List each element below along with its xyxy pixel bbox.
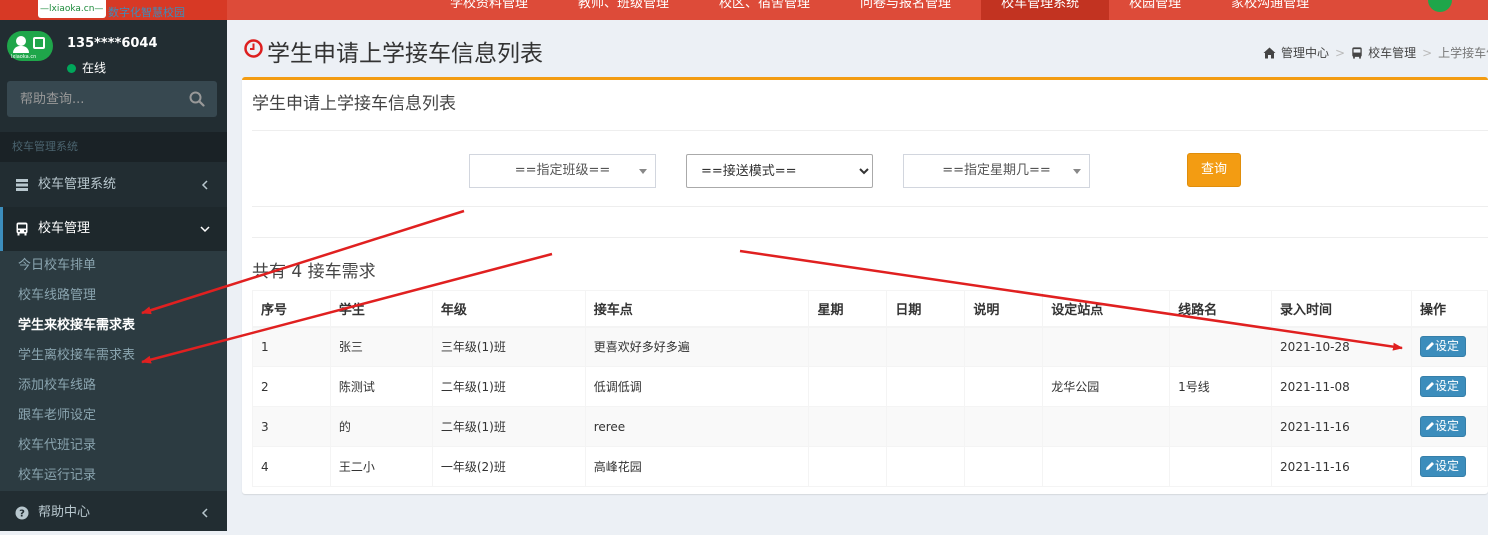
sidebar-sub-item-teacher-setting[interactable]: 跟车老师设定 — [18, 401, 96, 431]
submenu: 今日校车排单 校车线路管理 学生来校接车需求表 学生离校接车需求表 添加校车线路… — [0, 251, 227, 491]
column-header: 年级 — [431, 290, 586, 328]
requests-table: 序号 学生 年级 接车点 星期 日期 说明 设定站点 线路名 录入时间 操作 1… — [252, 290, 1488, 487]
server-icon — [16, 179, 28, 191]
set-button[interactable]: 设定 — [1419, 456, 1466, 477]
column-header: 线路名 — [1169, 290, 1273, 328]
online-dot-icon — [67, 64, 76, 73]
search-icon[interactable] — [189, 91, 205, 107]
logo-tagline: 数字化智慧校园 — [108, 6, 185, 19]
sidebar-header: 校车管理系统 — [0, 132, 227, 162]
table-row: 1 张三 三年级(1)班 更喜欢好多好多遍 2021-10-28 设定 — [252, 326, 1488, 367]
chevron-down-icon — [200, 226, 210, 233]
sidebar-search — [7, 81, 217, 117]
avatar: lxiaoka.cn — [7, 31, 53, 61]
chevron-left-icon — [201, 180, 208, 190]
sidebar-sub-item-run-records[interactable]: 校车运行记录 — [18, 461, 96, 491]
breadcrumb-current: 上学接车信 — [1438, 46, 1488, 60]
help-icon: ? — [15, 506, 29, 520]
weekday-filter-select[interactable]: ==指定星期几== — [903, 154, 1090, 188]
request-count: 共有 4 接车需求 — [252, 262, 376, 282]
box-title: 学生申请上学接车信息列表 — [252, 94, 456, 114]
query-button[interactable]: 查询 — [1187, 153, 1241, 187]
column-header: 日期 — [886, 290, 966, 328]
top-nav: 学校资料管理 教师、班级管理 校区、宿舍管理 问卷与报名管理 校车管理系统 校园… — [430, 0, 1339, 20]
page-title: 学生申请上学接车信息列表 — [267, 41, 543, 67]
caret-down-icon — [639, 169, 647, 174]
table-row: 4 王二小 一年级(2)班 高峰花园 2021-11-16 设定 — [252, 446, 1488, 487]
table-header-row: 序号 学生 年级 接车点 星期 日期 说明 设定站点 线路名 录入时间 操作 — [252, 290, 1488, 328]
content-header: 学生申请上学接车信息列表 管理中心 > 校车管理 > 上学接车信 — [227, 20, 1488, 78]
top-navbar: —lxiaoka.cn— 数字化智慧校园 学校资料管理 教师、班级管理 校区、宿… — [0, 0, 1488, 20]
mode-filter-select[interactable]: ==接送模式== — [686, 154, 873, 188]
pencil-icon — [1425, 382, 1434, 390]
svg-text:?: ? — [19, 509, 25, 520]
divider — [252, 130, 1488, 131]
main-box: 学生申请上学接车信息列表 ==指定班级== ==接送模式== ==指定星期几==… — [242, 77, 1488, 494]
sidebar-sub-item-today-schedule[interactable]: 今日校车排单 — [18, 251, 96, 281]
column-header: 录入时间 — [1271, 290, 1412, 328]
bus-icon — [16, 222, 28, 236]
pencil-icon — [1425, 462, 1434, 470]
column-header: 学生 — [329, 290, 433, 328]
pencil-icon — [1425, 422, 1434, 430]
sidebar-item-bus-system[interactable]: 校车管理系统 — [0, 163, 227, 207]
column-header: 接车点 — [584, 290, 810, 328]
pencil-icon — [1425, 342, 1434, 351]
top-nav-item-teacher-class[interactable]: 教师、班级管理 — [558, 0, 699, 20]
logo[interactable]: —lxiaoka.cn— 数字化智慧校园 — [0, 0, 227, 20]
clock-icon — [244, 39, 263, 58]
column-header: 说明 — [964, 290, 1044, 328]
set-button[interactable]: 设定 — [1419, 376, 1466, 397]
top-nav-item-campus-dorm[interactable]: 校区、宿舍管理 — [699, 0, 840, 20]
sidebar-sub-item-substitute-records[interactable]: 校车代班记录 — [18, 431, 96, 461]
breadcrumb-home[interactable]: 管理中心 — [1281, 44, 1329, 61]
qr-icon — [33, 37, 45, 49]
user-status: 在线 — [67, 59, 106, 76]
column-header: 序号 — [252, 290, 331, 328]
class-filter-select[interactable]: ==指定班级== — [469, 154, 656, 188]
sidebar-item-bus-management[interactable]: 校车管理 — [0, 207, 227, 251]
table-row: 2 陈测试 二年级(1)班 低调低调 龙华公园 1号线 2021-11-08 设定 — [252, 366, 1488, 407]
top-nav-item-school-info[interactable]: 学校资料管理 — [430, 0, 558, 20]
breadcrumb-bus-management[interactable]: 校车管理 — [1368, 44, 1416, 61]
sidebar-sub-item-add-route[interactable]: 添加校车线路 — [18, 371, 96, 401]
top-nav-item-campus[interactable]: 校园管理 — [1109, 0, 1211, 20]
divider — [252, 206, 1488, 207]
table-row: 3 的二年级(1)班 reree 2021-11-16 设定 — [252, 406, 1488, 447]
column-header: 操作 — [1410, 290, 1488, 328]
top-nav-item-home-school[interactable]: 家校沟通管理 — [1211, 0, 1339, 20]
chevron-left-icon — [201, 508, 208, 518]
user-panel: lxiaoka.cn 135****6044 在线 — [0, 20, 227, 78]
column-header: 星期 — [808, 290, 888, 328]
sidebar-item-help-center[interactable]: ? 帮助中心 — [0, 491, 227, 531]
caret-down-icon — [1073, 169, 1081, 174]
bus-icon — [1352, 46, 1362, 59]
divider — [252, 237, 1488, 238]
top-nav-item-school-bus[interactable]: 校车管理系统 — [981, 0, 1110, 20]
column-header: 设定站点 — [1042, 290, 1171, 328]
user-name: 135****6044 — [67, 36, 158, 51]
top-nav-item-survey[interactable]: 问卷与报名管理 — [840, 0, 981, 20]
logo-brand: —lxiaoka.cn— — [38, 0, 106, 18]
sidebar: lxiaoka.cn 135****6044 在线 校车管理系统 校车管理系统 … — [0, 20, 227, 531]
sidebar-sub-item-route-management[interactable]: 校车线路管理 — [18, 281, 96, 311]
sidebar-sub-item-departure-requests[interactable]: 学生离校接车需求表 — [18, 341, 135, 371]
set-button[interactable]: 设定 — [1419, 416, 1466, 437]
search-input[interactable] — [7, 81, 177, 117]
breadcrumb: 管理中心 > 校车管理 > 上学接车信 — [1263, 44, 1488, 61]
sidebar-sub-item-arrival-requests[interactable]: 学生来校接车需求表 — [18, 311, 135, 341]
top-user-avatar[interactable] — [1428, 0, 1452, 12]
home-icon — [1263, 47, 1276, 58]
set-button[interactable]: 设定 — [1419, 336, 1466, 358]
